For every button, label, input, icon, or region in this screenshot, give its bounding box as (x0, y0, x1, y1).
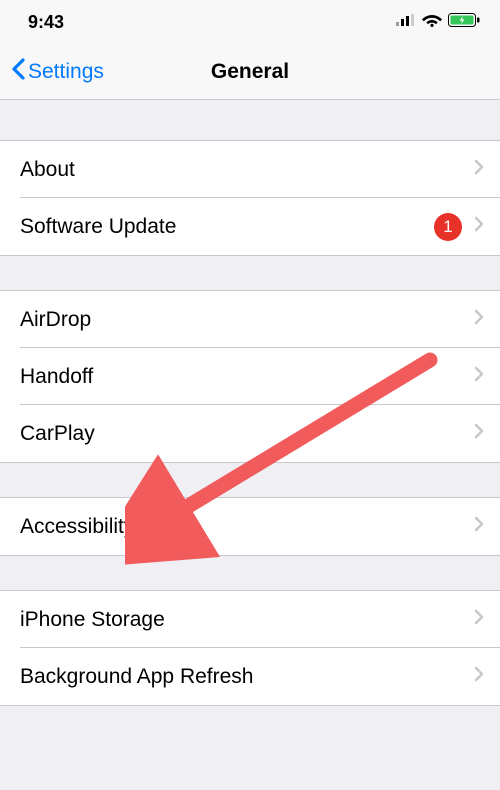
status-icons (396, 13, 480, 32)
nav-bar: Settings General (0, 44, 500, 100)
row-label: Software Update (20, 215, 434, 239)
section-storage: iPhone Storage Background App Refresh (0, 590, 500, 706)
settings-list: About Software Update 1 AirDrop Handoff (0, 140, 500, 706)
section-accessibility: Accessibility (0, 497, 500, 556)
row-label: Accessibility (20, 515, 474, 539)
chevron-right-icon (474, 366, 484, 387)
status-time: 9:43 (28, 12, 64, 33)
row-about[interactable]: About (0, 141, 500, 198)
row-iphone-storage[interactable]: iPhone Storage (0, 591, 500, 648)
row-accessibility[interactable]: Accessibility (0, 498, 500, 555)
row-label: About (20, 158, 474, 182)
wifi-icon (422, 13, 442, 32)
section-connectivity: AirDrop Handoff CarPlay (0, 290, 500, 463)
back-button[interactable]: Settings (0, 57, 104, 87)
status-bar: 9:43 (0, 0, 500, 44)
row-label: CarPlay (20, 422, 474, 446)
battery-icon (448, 13, 480, 32)
chevron-right-icon (474, 309, 484, 330)
chevron-right-icon (474, 423, 484, 444)
row-label: AirDrop (20, 308, 474, 332)
chevron-right-icon (474, 609, 484, 630)
chevron-right-icon (474, 159, 484, 180)
row-label: iPhone Storage (20, 608, 474, 632)
cellular-icon (396, 13, 416, 31)
row-label: Background App Refresh (20, 665, 474, 689)
chevron-left-icon (10, 57, 26, 87)
chevron-right-icon (474, 666, 484, 687)
row-handoff[interactable]: Handoff (0, 348, 500, 405)
row-software-update[interactable]: Software Update 1 (0, 198, 500, 255)
row-label: Handoff (20, 365, 474, 389)
page-title: General (211, 60, 289, 84)
row-background-app-refresh[interactable]: Background App Refresh (0, 648, 500, 705)
back-label: Settings (28, 60, 104, 84)
section-about: About Software Update 1 (0, 140, 500, 256)
row-carplay[interactable]: CarPlay (0, 405, 500, 462)
notification-badge: 1 (434, 213, 462, 241)
row-airdrop[interactable]: AirDrop (0, 291, 500, 348)
chevron-right-icon (474, 216, 484, 237)
chevron-right-icon (474, 516, 484, 537)
